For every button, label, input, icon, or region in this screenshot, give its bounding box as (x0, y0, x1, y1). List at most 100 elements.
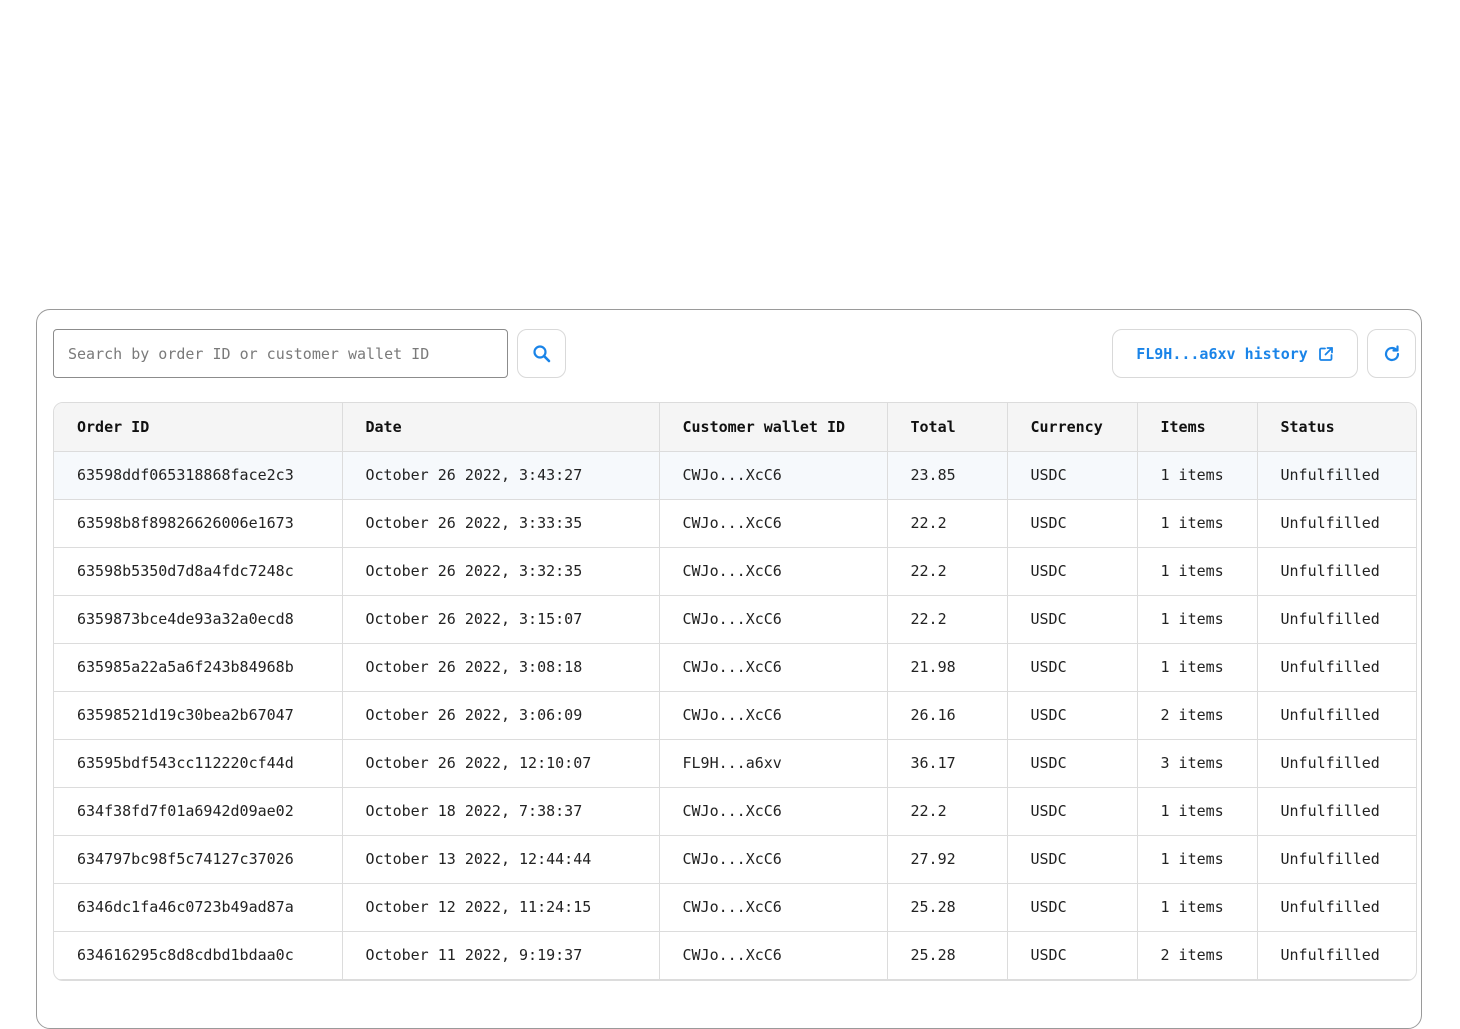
table-row[interactable]: 6346dc1fa46c0723b49ad87a October 12 2022,… (54, 883, 1416, 932)
cell-customer-wallet-id: CWJo...XcC6 (659, 499, 888, 548)
cell-order-id: 63598521d19c30bea2b67047 (54, 691, 343, 740)
search-input[interactable] (53, 329, 508, 378)
cell-currency: USDC (1007, 835, 1138, 884)
cell-total: 22.2 (887, 547, 1008, 596)
cell-total: 27.92 (887, 835, 1008, 884)
orders-table-container: Order ID Date Customer wallet ID Total Curre… (53, 402, 1417, 981)
table-row[interactable]: 63598b5350d7d8a4fdc7248c October 26 2022,… (54, 547, 1416, 596)
external-link-icon (1318, 346, 1333, 361)
cell-items: 3 items (1137, 739, 1258, 788)
table-row[interactable]: 63595bdf543cc112220cf44d October 26 2022,… (54, 739, 1416, 788)
column-header-currency[interactable]: Currency (1007, 403, 1138, 452)
cell-total: 22.2 (887, 499, 1008, 548)
cell-date: October 11 2022, 9:19:37 (342, 931, 660, 980)
cell-order-id: 635985a22a5a6f243b84968b (54, 643, 343, 692)
cell-customer-wallet-id: CWJo...XcC6 (659, 547, 888, 596)
cell-date: October 26 2022, 3:15:07 (342, 595, 660, 644)
cell-customer-wallet-id: CWJo...XcC6 (659, 595, 888, 644)
cell-date: October 12 2022, 11:24:15 (342, 883, 660, 932)
cell-items: 1 items (1137, 787, 1258, 836)
cell-currency: USDC (1007, 787, 1138, 836)
cell-date: October 26 2022, 3:32:35 (342, 547, 660, 596)
cell-order-id: 6346dc1fa46c0723b49ad87a (54, 883, 343, 932)
cell-status: Unfulfilled (1257, 451, 1416, 500)
cell-order-id: 63598ddf065318868face2c3 (54, 451, 343, 500)
table-row[interactable]: 634797bc98f5c74127c37026 October 13 2022,… (54, 835, 1416, 884)
column-header-order-id[interactable]: Order ID (54, 403, 343, 452)
cell-total: 36.17 (887, 739, 1008, 788)
table-row[interactable]: 63598521d19c30bea2b67047 October 26 2022,… (54, 691, 1416, 740)
cell-status: Unfulfilled (1257, 883, 1416, 932)
column-header-customer-wallet-id[interactable]: Customer wallet ID (659, 403, 888, 452)
cell-order-id: 634f38fd7f01a6942d09ae02 (54, 787, 343, 836)
cell-currency: USDC (1007, 547, 1138, 596)
column-header-items[interactable]: Items (1137, 403, 1258, 452)
cell-date: October 26 2022, 3:43:27 (342, 451, 660, 500)
orders-table: Order ID Date Customer wallet ID Total Curre… (54, 403, 1416, 980)
cell-customer-wallet-id: FL9H...a6xv (659, 739, 888, 788)
cell-customer-wallet-id: CWJo...XcC6 (659, 883, 888, 932)
cell-status: Unfulfilled (1257, 643, 1416, 692)
cell-items: 1 items (1137, 595, 1258, 644)
cell-date: October 26 2022, 12:10:07 (342, 739, 660, 788)
cell-currency: USDC (1007, 739, 1138, 788)
cell-customer-wallet-id: CWJo...XcC6 (659, 931, 888, 980)
table-row[interactable]: 6359873bce4de93a32a0ecd8 October 26 2022,… (54, 595, 1416, 644)
wallet-history-label: FL9H...a6xv history (1136, 344, 1308, 363)
cell-total: 21.98 (887, 643, 1008, 692)
cell-currency: USDC (1007, 643, 1138, 692)
cell-customer-wallet-id: CWJo...XcC6 (659, 451, 888, 500)
cell-order-id: 63595bdf543cc112220cf44d (54, 739, 343, 788)
cell-items: 1 items (1137, 451, 1258, 500)
orders-panel: FL9H...a6xv history Order IDDateCu (36, 309, 1422, 1029)
column-header-total[interactable]: Total (887, 403, 1008, 452)
cell-order-id: 6359873bce4de93a32a0ecd8 (54, 595, 343, 644)
cell-total: 25.28 (887, 931, 1008, 980)
cell-items: 1 items (1137, 499, 1258, 548)
table-row[interactable]: 634f38fd7f01a6942d09ae02 October 18 2022,… (54, 787, 1416, 836)
cell-items: 1 items (1137, 835, 1258, 884)
table-row[interactable]: 635985a22a5a6f243b84968b October 26 2022,… (54, 643, 1416, 692)
cell-customer-wallet-id: CWJo...XcC6 (659, 835, 888, 884)
cell-currency: USDC (1007, 499, 1138, 548)
cell-items: 2 items (1137, 931, 1258, 980)
cell-status: Unfulfilled (1257, 547, 1416, 596)
table-row[interactable]: 634616295c8d8cdbd1bdaa0c October 11 2022,… (54, 931, 1416, 980)
cell-total: 26.16 (887, 691, 1008, 740)
wallet-history-button[interactable]: FL9H...a6xv history (1112, 329, 1358, 378)
cell-order-id: 634616295c8d8cdbd1bdaa0c (54, 931, 343, 980)
table-row[interactable]: 63598ddf065318868face2c3 October 26 2022,… (54, 451, 1416, 500)
cell-order-id: 63598b5350d7d8a4fdc7248c (54, 547, 343, 596)
cell-total: 23.85 (887, 451, 1008, 500)
cell-status: Unfulfilled (1257, 835, 1416, 884)
cell-status: Unfulfilled (1257, 595, 1416, 644)
cell-date: October 13 2022, 12:44:44 (342, 835, 660, 884)
cell-total: 25.28 (887, 883, 1008, 932)
cell-currency: USDC (1007, 691, 1138, 740)
cell-status: Unfulfilled (1257, 691, 1416, 740)
cell-items: 1 items (1137, 643, 1258, 692)
cell-customer-wallet-id: CWJo...XcC6 (659, 787, 888, 836)
refresh-icon (1384, 344, 1399, 361)
cell-items: 1 items (1137, 883, 1258, 932)
column-header-status[interactable]: Status (1257, 403, 1416, 452)
cell-order-id: 63598b8f89826626006e1673 (54, 499, 343, 548)
search-button[interactable] (517, 329, 566, 378)
column-header-date[interactable]: Date (342, 403, 660, 452)
cell-status: Unfulfilled (1257, 931, 1416, 980)
cell-items: 1 items (1137, 547, 1258, 596)
cell-currency: USDC (1007, 451, 1138, 500)
cell-currency: USDC (1007, 595, 1138, 644)
cell-items: 2 items (1137, 691, 1258, 740)
cell-date: October 26 2022, 3:08:18 (342, 643, 660, 692)
cell-order-id: 634797bc98f5c74127c37026 (54, 835, 343, 884)
cell-customer-wallet-id: CWJo...XcC6 (659, 691, 888, 740)
table-row[interactable]: 63598b8f89826626006e1673 October 26 2022,… (54, 499, 1416, 548)
cell-currency: USDC (1007, 883, 1138, 932)
cell-date: October 26 2022, 3:06:09 (342, 691, 660, 740)
refresh-button[interactable] (1367, 329, 1416, 378)
cell-status: Unfulfilled (1257, 787, 1416, 836)
cell-total: 22.2 (887, 595, 1008, 644)
cell-currency: USDC (1007, 931, 1138, 980)
cell-status: Unfulfilled (1257, 739, 1416, 788)
